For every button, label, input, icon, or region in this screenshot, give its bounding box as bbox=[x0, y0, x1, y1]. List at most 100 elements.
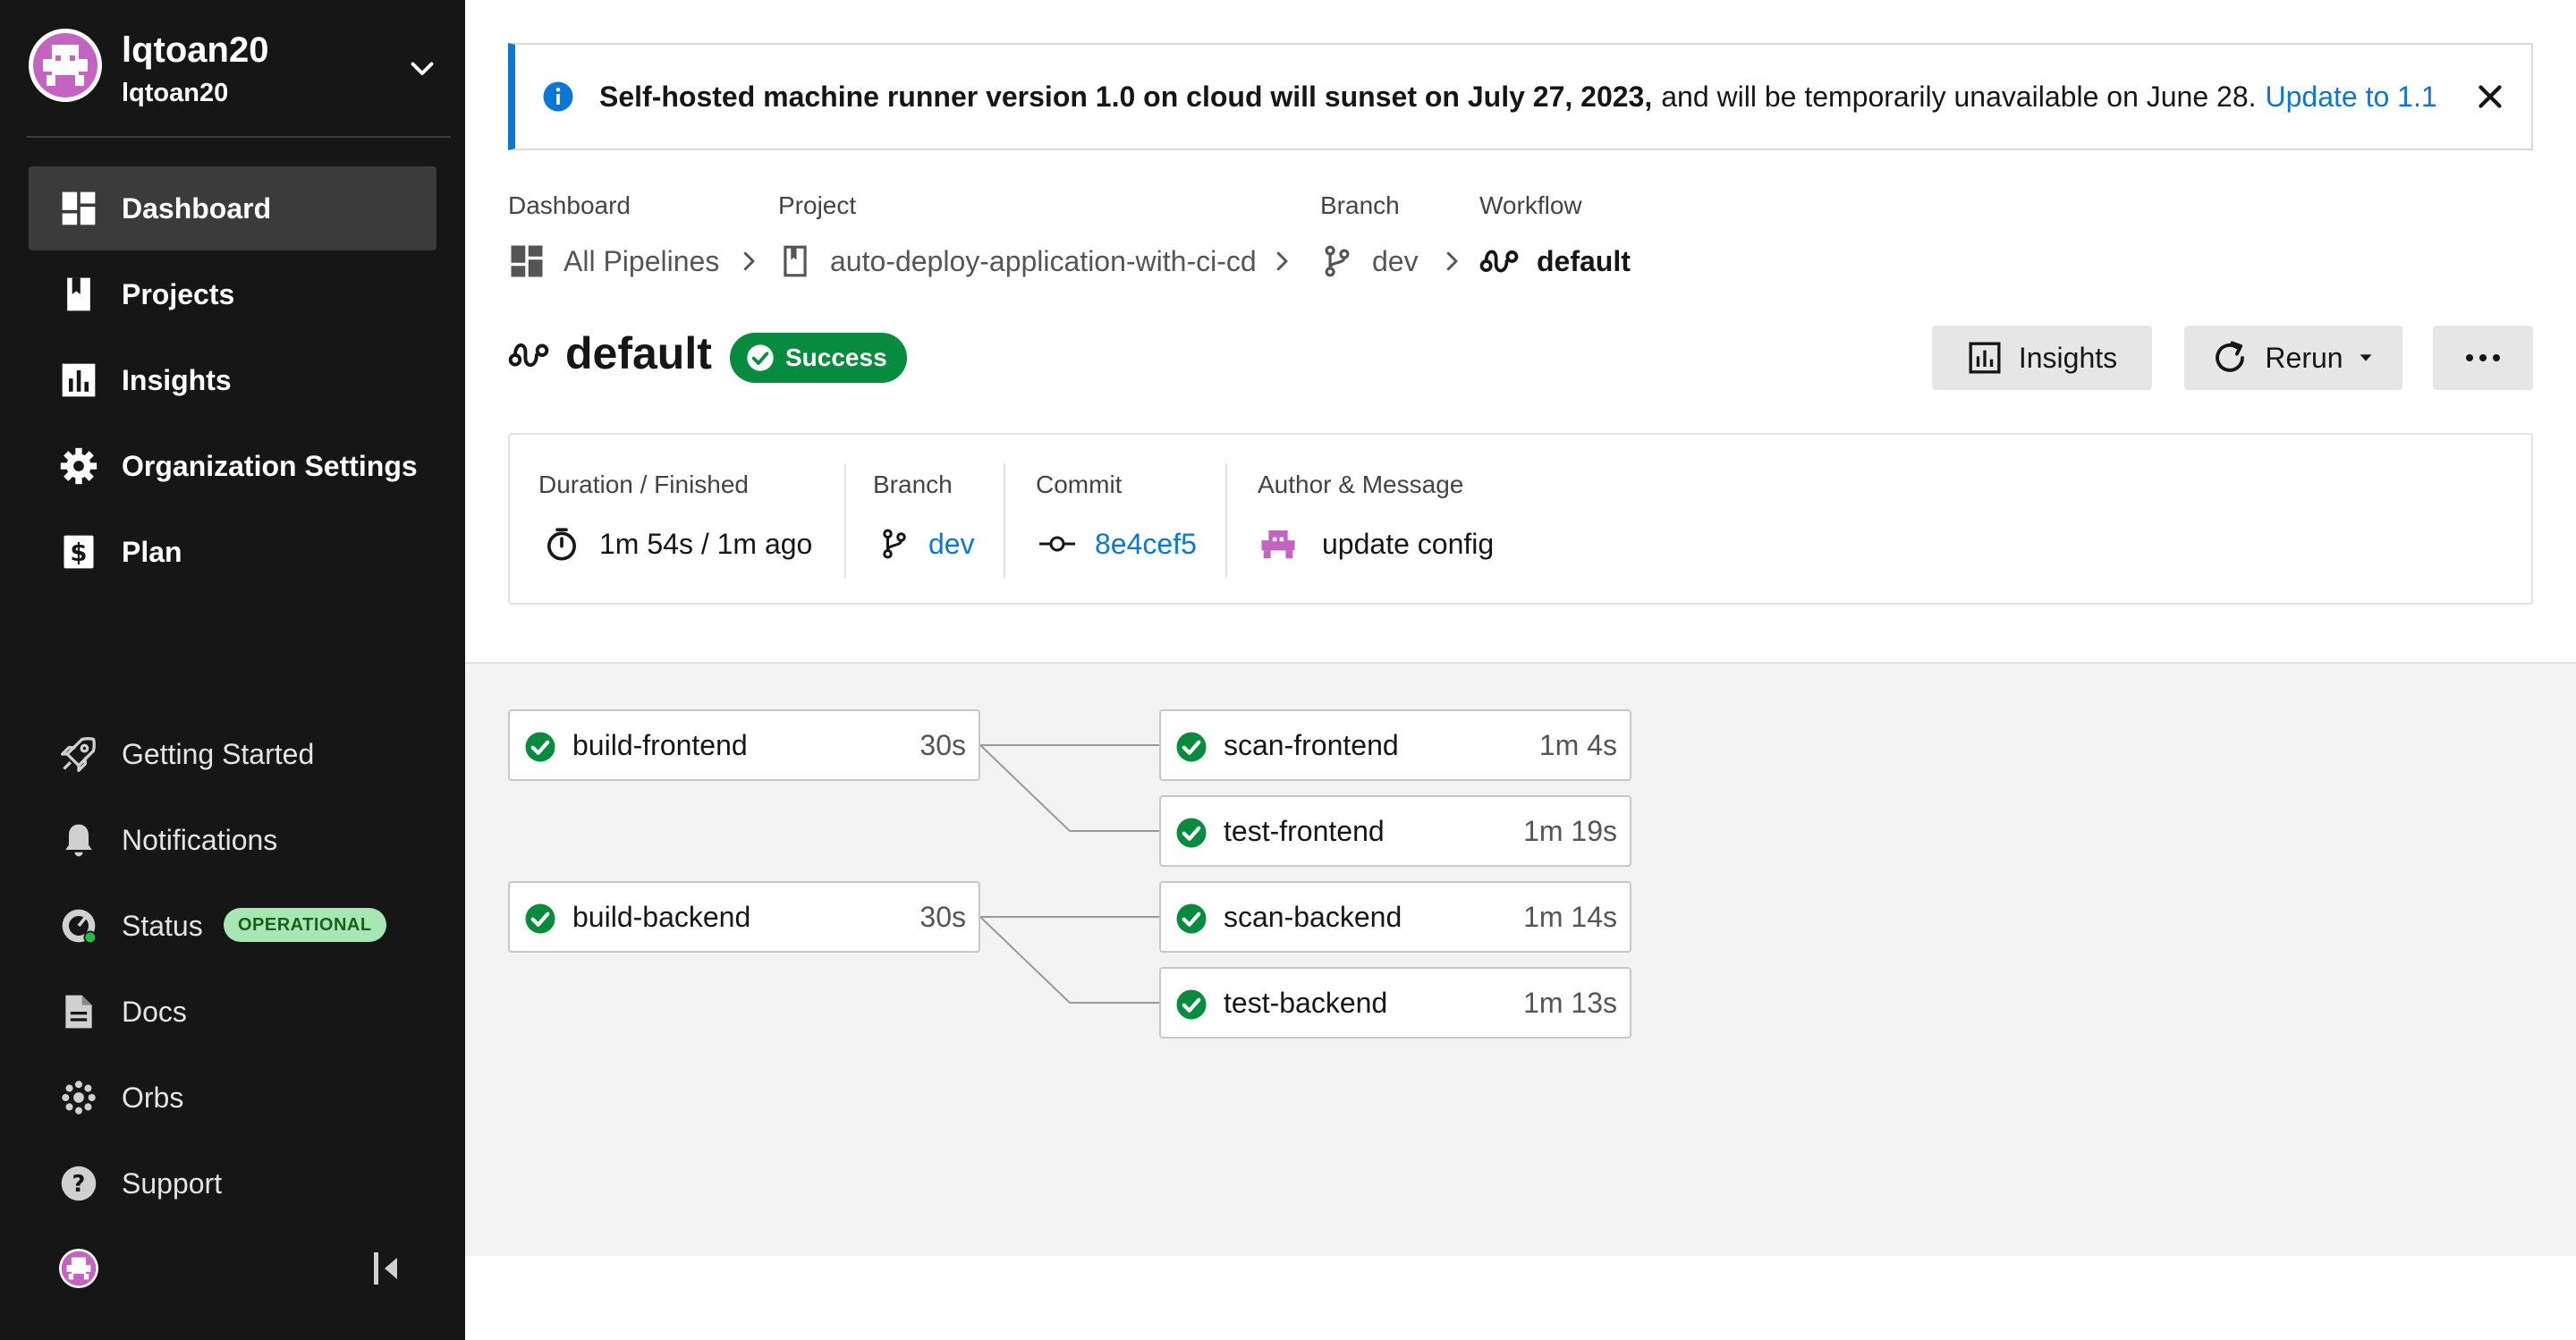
workflow-details-card: Duration / Finished 1m 54s / 1m ago Bran… bbox=[508, 433, 2533, 605]
workflow-icon bbox=[508, 343, 549, 367]
sidebar-item-plan[interactable]: $ Plan bbox=[29, 510, 436, 594]
job-scan-backend[interactable]: scan-backend 1m 14s bbox=[1159, 881, 1631, 953]
job-scan-frontend[interactable]: scan-frontend 1m 4s bbox=[1159, 709, 1631, 781]
banner-bold-text: Self-hosted machine runner version 1.0 o… bbox=[599, 81, 1653, 113]
branch-label: Branch bbox=[873, 471, 953, 498]
success-check-icon bbox=[1176, 732, 1207, 762]
job-duration: 1m 19s bbox=[1523, 814, 1617, 847]
author-message-value: update config bbox=[1258, 523, 1495, 564]
gauge-icon bbox=[59, 906, 98, 946]
job-name: test-frontend bbox=[1224, 814, 1385, 847]
bell-icon bbox=[59, 820, 98, 860]
sidebar-item-label: Projects bbox=[122, 277, 235, 310]
breadcrumb-workflow[interactable]: default bbox=[1479, 240, 1631, 283]
more-options-button[interactable] bbox=[2433, 326, 2533, 390]
banner-text: and will be temporarily unavailable on J… bbox=[1661, 81, 2257, 113]
chevron-right-icon bbox=[1276, 251, 1288, 271]
collapse-sidebar-icon[interactable] bbox=[370, 1249, 402, 1288]
org-handle: lqtoan20 bbox=[122, 79, 229, 107]
status-text: Success bbox=[785, 343, 887, 371]
sidebar-item-label: Docs bbox=[122, 995, 187, 1028]
sidebar-item-label: Plan bbox=[122, 535, 182, 568]
sidebar-item-label: Orbs bbox=[122, 1081, 184, 1114]
avatar bbox=[29, 29, 102, 102]
branch-icon bbox=[1325, 245, 1350, 277]
job-name: build-frontend bbox=[572, 728, 748, 761]
sidebar-item-label: Insights bbox=[122, 363, 232, 396]
workflow-graph: build-frontend 30s scan-frontend 1m 4s t… bbox=[465, 662, 2576, 1256]
breadcrumb-text: All Pipelines bbox=[564, 244, 720, 277]
job-duration: 1m 4s bbox=[1538, 728, 1617, 761]
sidebar-item-dashboard[interactable]: Dashboard bbox=[29, 166, 436, 250]
job-duration: 30s bbox=[919, 900, 966, 933]
rocket-icon bbox=[59, 734, 98, 774]
insights-button[interactable]: Insights bbox=[1932, 326, 2152, 390]
close-icon[interactable] bbox=[2474, 81, 2506, 113]
commit-label: Commit bbox=[1036, 471, 1123, 498]
sidebar-item-organization-settings[interactable]: Organization Settings bbox=[29, 424, 436, 508]
sidebar-item-orbs[interactable]: Orbs bbox=[29, 1056, 436, 1140]
more-icon bbox=[2466, 354, 2500, 361]
sidebar-item-label: Getting Started bbox=[122, 737, 315, 770]
bar-chart-icon bbox=[1969, 342, 2001, 374]
banner-message: Self-hosted machine runner version 1.0 o… bbox=[599, 81, 2437, 114]
breadcrumb-text: auto-deploy-application-with-ci-cd bbox=[830, 244, 1257, 277]
status-badge: OPERATIONAL bbox=[224, 908, 386, 942]
breadcrumb-all-pipelines[interactable]: All Pipelines bbox=[508, 240, 719, 283]
avatar[interactable] bbox=[59, 1249, 98, 1288]
chevron-right-icon bbox=[743, 251, 755, 271]
check-circle-icon bbox=[747, 344, 774, 371]
job-duration: 1m 13s bbox=[1523, 986, 1617, 1019]
commit-value: 8e4cef5 bbox=[1038, 524, 1197, 564]
bar-chart-icon bbox=[59, 360, 98, 400]
branch-value: dev bbox=[878, 524, 975, 564]
branch-link[interactable]: dev bbox=[928, 528, 975, 561]
breadcrumb-project[interactable]: auto-deploy-application-with-ci-cd bbox=[778, 240, 1257, 283]
sidebar-item-label: Dashboard bbox=[122, 191, 272, 225]
job-test-frontend[interactable]: test-frontend 1m 19s bbox=[1159, 795, 1631, 867]
duration-label: Duration / Finished bbox=[538, 471, 750, 498]
sidebar-item-docs[interactable]: Docs bbox=[29, 970, 436, 1054]
rerun-icon bbox=[2216, 341, 2245, 372]
breadcrumb-label: Dashboard bbox=[508, 191, 631, 219]
chevron-right-icon bbox=[1446, 251, 1458, 271]
sidebar-item-insights[interactable]: Insights bbox=[29, 338, 436, 422]
orbs-icon bbox=[59, 1078, 98, 1117]
sidebar-item-getting-started[interactable]: Getting Started bbox=[29, 712, 436, 796]
svg-text:$: $ bbox=[70, 539, 87, 567]
dashboard-icon bbox=[511, 245, 543, 277]
job-build-frontend[interactable]: build-frontend 30s bbox=[508, 709, 980, 781]
success-check-icon bbox=[1176, 818, 1207, 848]
announcement-banner: Self-hosted machine runner version 1.0 o… bbox=[508, 43, 2533, 150]
sidebar-item-label: Support bbox=[122, 1166, 223, 1200]
sidebar-item-projects[interactable]: Projects bbox=[29, 252, 436, 336]
commit-message: update config bbox=[1322, 527, 1495, 560]
help-icon: ? bbox=[59, 1164, 98, 1203]
button-label: Insights bbox=[2018, 341, 2118, 374]
timer-icon bbox=[547, 528, 576, 561]
dashboard-icon bbox=[59, 189, 98, 228]
sidebar-item-notifications[interactable]: Notifications bbox=[29, 798, 436, 882]
rerun-button[interactable]: Rerun bbox=[2184, 326, 2402, 390]
org-switcher[interactable]: lqtoan20 lqtoan20 bbox=[0, 0, 465, 136]
job-name: scan-frontend bbox=[1224, 728, 1399, 761]
job-build-backend[interactable]: build-backend 30s bbox=[508, 881, 980, 953]
job-name: build-backend bbox=[572, 900, 751, 933]
dollar-icon: $ bbox=[59, 532, 98, 572]
commit-link[interactable]: 8e4cef5 bbox=[1095, 528, 1197, 561]
breadcrumb-label: Project bbox=[778, 191, 857, 219]
book-icon bbox=[59, 275, 98, 314]
book-icon bbox=[784, 245, 807, 277]
update-link[interactable]: Update to 1.1 bbox=[2266, 81, 2437, 113]
breadcrumb-text: default bbox=[1537, 244, 1631, 277]
branch-icon bbox=[883, 529, 906, 559]
job-test-backend[interactable]: test-backend 1m 13s bbox=[1159, 967, 1631, 1039]
chevron-down-icon[interactable] bbox=[406, 52, 438, 84]
success-check-icon bbox=[1176, 903, 1207, 934]
breadcrumb-branch[interactable]: dev bbox=[1320, 240, 1419, 283]
status-badge: Success bbox=[730, 333, 907, 383]
svg-text:?: ? bbox=[72, 1171, 86, 1198]
job-duration: 30s bbox=[919, 728, 966, 761]
breadcrumb-text: dev bbox=[1372, 244, 1419, 277]
sidebar-item-support[interactable]: ? Support bbox=[29, 1141, 436, 1226]
